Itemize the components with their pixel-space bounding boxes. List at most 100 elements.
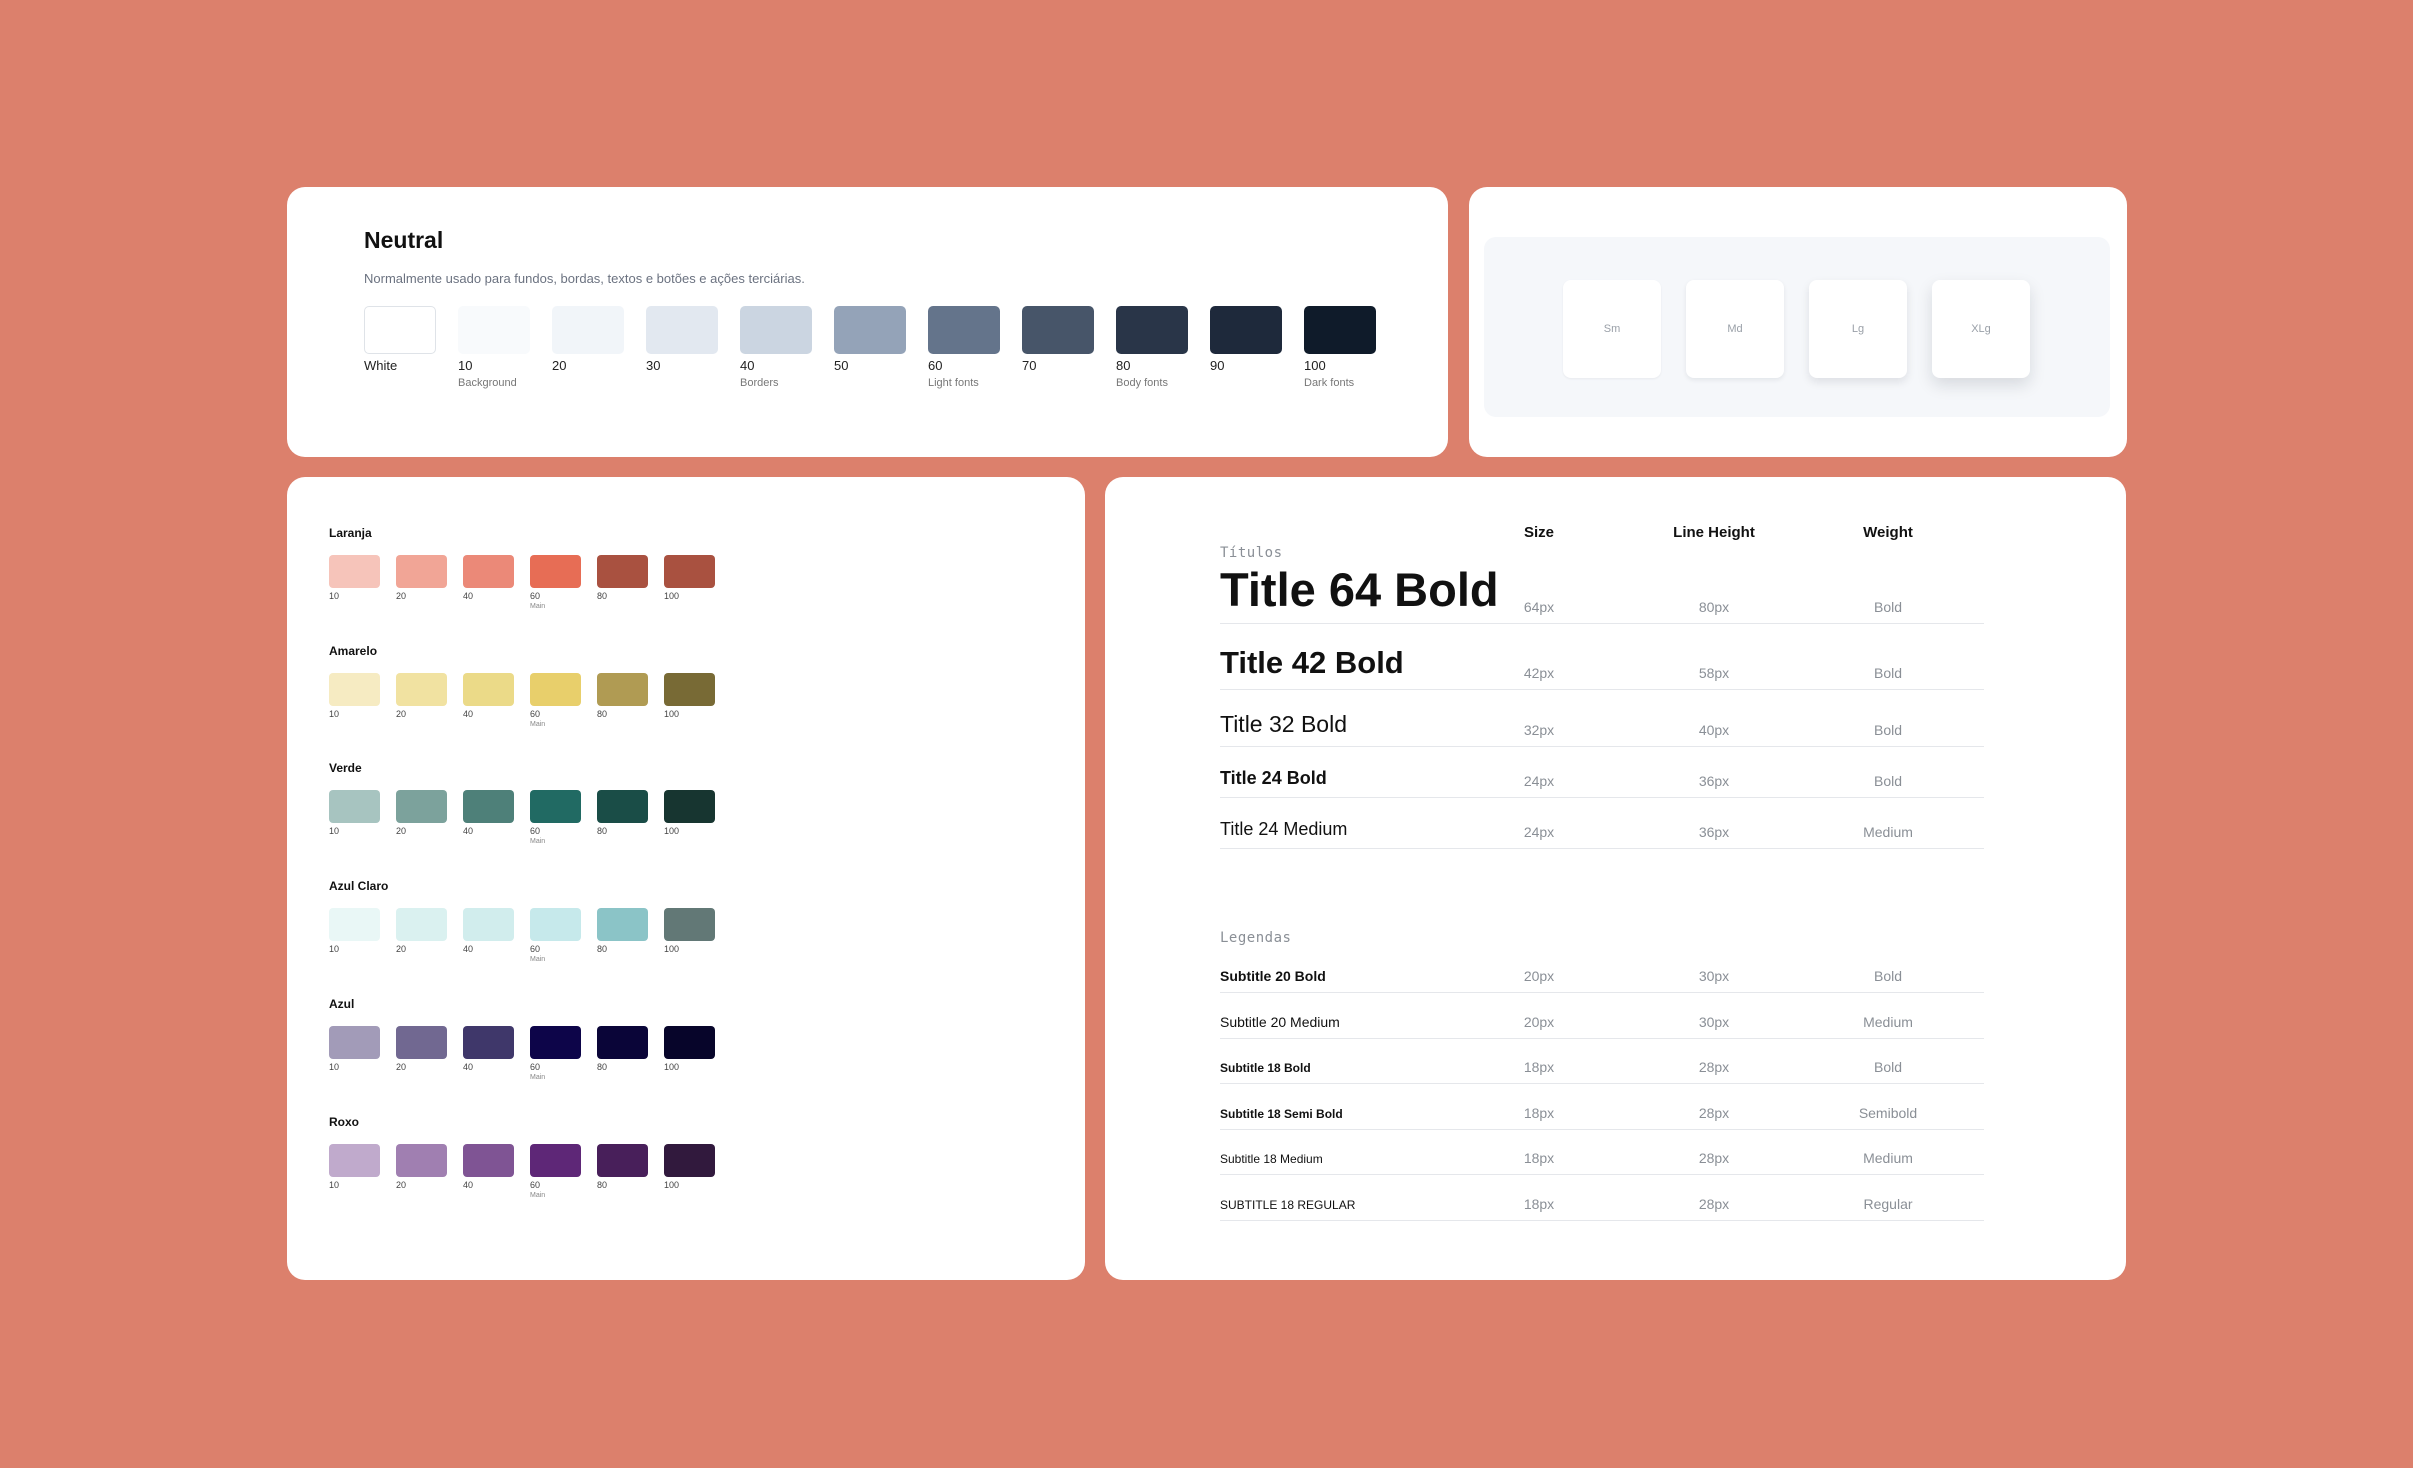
type-row[interactable]: Subtitle 18 Medium 18px 28px Medium bbox=[1220, 1129, 1984, 1175]
palette-swatch[interactable]: 20 bbox=[396, 790, 447, 846]
palette-swatch[interactable]: 10 bbox=[329, 1144, 380, 1200]
palette-swatch[interactable]: 80 bbox=[597, 673, 648, 729]
swatch-chip bbox=[463, 1026, 514, 1059]
swatch-chip bbox=[530, 673, 581, 706]
palette-swatch[interactable]: 40 bbox=[463, 1144, 514, 1200]
neutral-swatch[interactable]: 30 bbox=[646, 306, 718, 389]
swatch-usage: Background bbox=[458, 377, 517, 389]
type-row[interactable]: Subtitle 20 Bold 20px 30px Bold bbox=[1220, 947, 1984, 993]
palette-swatch[interactable]: 60 Main bbox=[530, 673, 581, 729]
neutral-swatch[interactable]: 50 bbox=[834, 306, 906, 389]
swatch-usage: Main bbox=[530, 1192, 546, 1199]
type-row[interactable]: Subtitle 18 Semi Bold 18px 28px Semibold bbox=[1220, 1083, 1984, 1130]
neutral-swatch[interactable]: 20 bbox=[552, 306, 624, 389]
type-row[interactable]: SUBTITLE 18 REGULAR 18px 28px Regular bbox=[1220, 1174, 1984, 1221]
palette-swatch[interactable]: 100 bbox=[664, 673, 715, 729]
palette-swatch[interactable]: 20 bbox=[396, 1144, 447, 1200]
palette-swatch[interactable]: 60 Main bbox=[530, 555, 581, 611]
palette-swatch[interactable]: 40 bbox=[463, 790, 514, 846]
type-weight: Bold bbox=[1873, 599, 1903, 615]
palette-swatch-row: 10 20 40 60 Main 80 100 bbox=[329, 555, 715, 611]
palette-swatch[interactable]: 40 bbox=[463, 908, 514, 964]
neutral-swatch[interactable]: 70 bbox=[1022, 306, 1094, 389]
palette-swatch[interactable]: 100 bbox=[664, 908, 715, 964]
type-sample: Subtitle 20 Bold bbox=[1220, 968, 1326, 984]
type-size: 18px bbox=[1523, 1105, 1555, 1121]
swatch-label: 20 bbox=[396, 1180, 407, 1190]
swatch-chip bbox=[329, 555, 380, 588]
palette-swatch[interactable]: 100 bbox=[664, 1144, 715, 1200]
shadow-scale-card: Sm Md Lg XLg bbox=[1469, 187, 2127, 457]
shadow-sample-sm[interactable]: Sm bbox=[1563, 280, 1661, 378]
palette-swatch[interactable]: 80 bbox=[597, 790, 648, 846]
palette-swatch[interactable]: 10 bbox=[329, 673, 380, 729]
swatch-chip bbox=[646, 306, 718, 354]
neutral-swatch[interactable]: 10 Background bbox=[458, 306, 530, 389]
swatch-label: 10 bbox=[329, 709, 340, 719]
palette-swatch-row: 10 20 40 60 Main 80 100 bbox=[329, 1144, 715, 1200]
type-line-height: 28px bbox=[1698, 1105, 1730, 1121]
palette-swatch[interactable]: 60 Main bbox=[530, 908, 581, 964]
type-row[interactable]: Title 64 Bold 64px 80px Bold bbox=[1220, 557, 1984, 624]
palette-swatch[interactable]: 100 bbox=[664, 790, 715, 846]
swatch-label: 40 bbox=[463, 1062, 474, 1072]
palette-swatch[interactable]: 40 bbox=[463, 555, 514, 611]
swatch-chip bbox=[664, 673, 715, 706]
palette-swatch-row: 10 20 40 60 Main 80 100 bbox=[329, 1026, 715, 1082]
swatch-chip bbox=[396, 1026, 447, 1059]
palette-swatch[interactable]: 100 bbox=[664, 555, 715, 611]
palette-swatch[interactable]: 100 bbox=[664, 1026, 715, 1082]
type-weight: Bold bbox=[1873, 773, 1903, 789]
neutral-swatch[interactable]: White bbox=[364, 306, 436, 389]
palette-swatch[interactable]: 60 Main bbox=[530, 1026, 581, 1082]
palette-swatch[interactable]: 10 bbox=[329, 555, 380, 611]
type-row[interactable]: Title 32 Bold 32px 40px Bold bbox=[1220, 689, 1984, 747]
swatch-label: 40 bbox=[463, 709, 474, 719]
swatch-chip bbox=[329, 790, 380, 823]
neutral-swatch[interactable]: 40 Borders bbox=[740, 306, 812, 389]
type-row[interactable]: Title 24 Bold 24px 36px Bold bbox=[1220, 746, 1984, 798]
neutral-swatch[interactable]: 90 bbox=[1210, 306, 1282, 389]
neutral-swatch[interactable]: 80 Body fonts bbox=[1116, 306, 1188, 389]
swatch-label: 10 bbox=[458, 358, 473, 373]
neutral-swatch[interactable]: 60 Light fonts bbox=[928, 306, 1000, 389]
type-size: 18px bbox=[1523, 1059, 1555, 1075]
palette-swatch[interactable]: 20 bbox=[396, 555, 447, 611]
palette-swatch[interactable]: 60 Main bbox=[530, 790, 581, 846]
swatch-label: 100 bbox=[664, 591, 680, 601]
type-line-height: 30px bbox=[1698, 1014, 1730, 1030]
palette-swatch[interactable]: 10 bbox=[329, 790, 380, 846]
palette-swatch[interactable]: 20 bbox=[396, 1026, 447, 1082]
type-row[interactable]: Title 42 Bold 42px 58px Bold bbox=[1220, 623, 1984, 690]
neutral-description: Normalmente usado para fundos, bordas, t… bbox=[364, 271, 805, 286]
type-row[interactable]: Title 24 Medium 24px 36px Medium bbox=[1220, 797, 1984, 849]
shadow-sample-md[interactable]: Md bbox=[1686, 280, 1784, 378]
swatch-label: 20 bbox=[396, 826, 407, 836]
palette-swatch[interactable]: 20 bbox=[396, 908, 447, 964]
palette-swatch[interactable]: 60 Main bbox=[530, 1144, 581, 1200]
palette-swatch[interactable]: 80 bbox=[597, 1144, 648, 1200]
palette-swatch[interactable]: 80 bbox=[597, 908, 648, 964]
type-weight: Bold bbox=[1873, 968, 1903, 984]
palette-swatch[interactable]: 80 bbox=[597, 1026, 648, 1082]
type-row[interactable]: Subtitle 18 Bold 18px 28px Bold bbox=[1220, 1038, 1984, 1084]
neutral-swatch[interactable]: 100 Dark fonts bbox=[1304, 306, 1376, 389]
palette-swatch-row: 10 20 40 60 Main 80 100 bbox=[329, 908, 715, 964]
type-line-height: 36px bbox=[1698, 773, 1730, 789]
palette-name: Roxo bbox=[329, 1115, 359, 1129]
palette-swatch[interactable]: 40 bbox=[463, 1026, 514, 1082]
palette-swatch[interactable]: 40 bbox=[463, 673, 514, 729]
swatch-label: 20 bbox=[396, 591, 407, 601]
swatch-label: 80 bbox=[597, 591, 608, 601]
type-row[interactable]: Subtitle 20 Medium 20px 30px Medium bbox=[1220, 992, 1984, 1039]
palette-swatch[interactable]: 20 bbox=[396, 673, 447, 729]
palette-swatch[interactable]: 80 bbox=[597, 555, 648, 611]
swatch-chip bbox=[396, 1144, 447, 1177]
shadow-sample-lg[interactable]: Lg bbox=[1809, 280, 1907, 378]
palette-swatch[interactable]: 10 bbox=[329, 1026, 380, 1082]
type-line-height: 28px bbox=[1698, 1059, 1730, 1075]
shadow-sample-xlg[interactable]: XLg bbox=[1932, 280, 2030, 378]
swatch-usage: Main bbox=[530, 603, 546, 610]
swatch-chip bbox=[664, 1026, 715, 1059]
palette-swatch[interactable]: 10 bbox=[329, 908, 380, 964]
